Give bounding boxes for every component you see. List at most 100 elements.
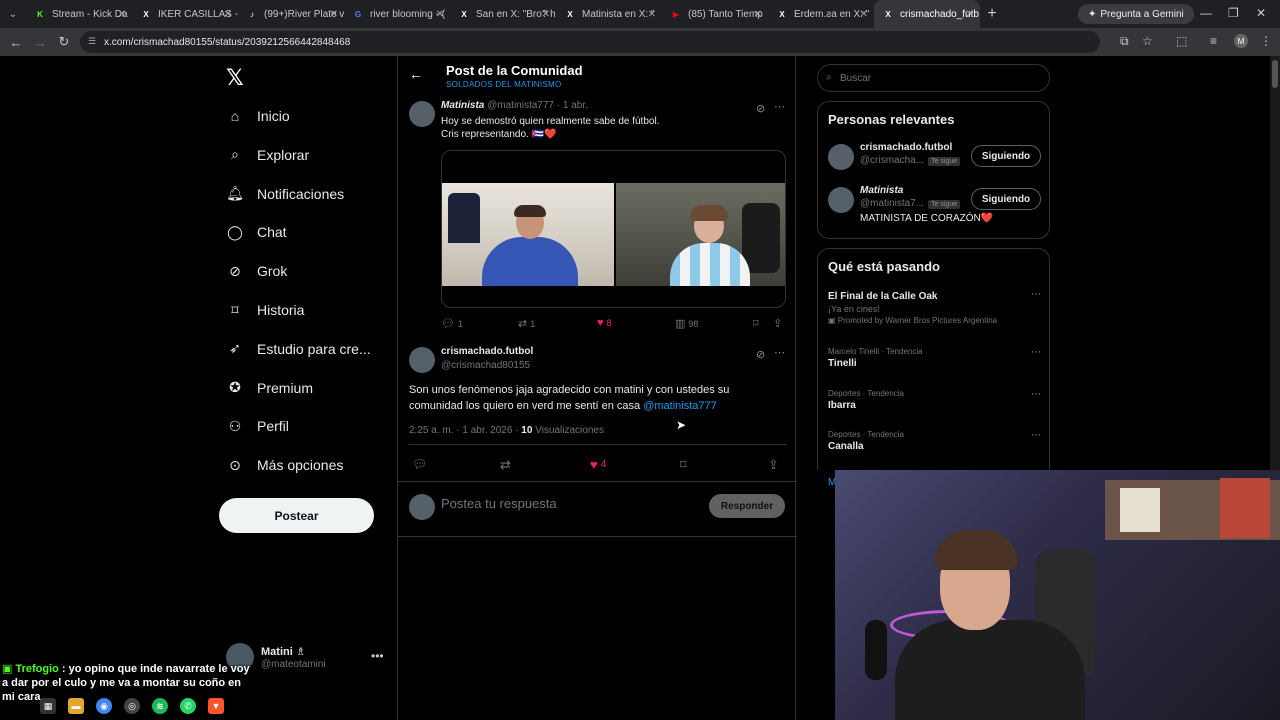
brave-icon[interactable]: ▼ — [208, 698, 224, 714]
trend-item[interactable]: El Final de la Calle Oak ¡Ya en cines! ▣ P… — [828, 289, 1041, 325]
browser-tab[interactable]: Xcrismachado_futb ✕ — [874, 0, 980, 28]
nav-item-inicio[interactable]: ⌂ Inicio — [226, 104, 290, 128]
gemini-button[interactable]: ✦ Pregunta a Gemini — [1078, 4, 1194, 24]
new-tab-button[interactable]: + — [980, 5, 1004, 23]
folder-icon[interactable]: ▬ — [68, 698, 84, 714]
restore-icon[interactable]: ❐ — [1228, 6, 1239, 20]
nav-item-historia[interactable]: ⌑ Historia — [226, 298, 304, 322]
community-link[interactable]: SOLDADOS DEL MATINISMO — [446, 80, 562, 89]
like-button[interactable]: ♥ 4 — [590, 457, 606, 472]
nav-item-explorar[interactable]: ⌕ Explorar — [226, 143, 309, 167]
person-name[interactable]: crismachado.futbol — [860, 142, 952, 153]
browser-menu-icon[interactable]: ⋮ — [1260, 34, 1272, 48]
reply-button[interactable]: 💬︎ — [412, 457, 427, 471]
mention-link[interactable]: @matinista777 — [643, 400, 717, 412]
views-button[interactable]: ▥ 98 — [675, 317, 698, 330]
following-button[interactable]: Siguiendo — [971, 145, 1041, 167]
nav-item-estudio-para-cre-[interactable]: ➶ Estudio para cre... — [226, 337, 371, 361]
close-tab-icon[interactable]: ✕ — [224, 9, 232, 20]
trend-item[interactable]: Marcelo Tinelli · Tendencia Tinelli ⋯ — [828, 347, 1041, 369]
grok-explain-icon[interactable]: ⊘ — [756, 102, 765, 115]
post-button[interactable]: Postear — [219, 498, 374, 533]
nav-item-perfil[interactable]: ⚇ Perfil — [226, 414, 289, 438]
reply-input[interactable]: Postea tu respuesta — [441, 496, 557, 511]
star-icon[interactable]: ☆ — [1142, 34, 1153, 48]
close-tab-icon[interactable]: ✕ — [330, 9, 338, 20]
browser-tab[interactable]: X Erdem.ƨa en X: " ✕ — [768, 0, 874, 28]
minimize-icon[interactable]: — — [1200, 6, 1212, 20]
browser-tab[interactable]: ♪ (99+)River Plate v ✕ — [238, 0, 344, 28]
task-view-icon[interactable]: ▦ — [40, 698, 56, 714]
tab-search-icon[interactable]: ⌄ — [0, 0, 26, 28]
close-tab-icon[interactable]: ✕ — [754, 9, 762, 20]
x-logo-icon[interactable]: 𝕏 — [226, 65, 244, 91]
obs-icon[interactable]: ◎ — [124, 698, 140, 714]
post1-handle[interactable]: @matinista777 — [487, 100, 554, 111]
like-button[interactable]: ♥ 8 — [597, 317, 612, 329]
post2-author[interactable]: crismachado.futbol — [441, 346, 533, 357]
more-icon[interactable]: ⋯ — [774, 346, 785, 359]
avatar[interactable] — [409, 347, 435, 373]
repost-button[interactable]: ⇄ — [500, 457, 511, 473]
more-icon[interactable]: ⋯ — [1031, 430, 1041, 441]
post2-handle[interactable]: @crismachad80155 — [441, 360, 530, 371]
relevant-person[interactable]: crismachado.futbol @crismacha... Te sigue S… — [828, 142, 1041, 182]
reload-icon[interactable]: ↻ — [52, 34, 76, 50]
back-arrow-icon[interactable]: ← — [409, 66, 423, 82]
post1-media[interactable] — [441, 150, 786, 308]
close-tab-icon[interactable]: ✕ — [542, 9, 550, 20]
close-tab-icon[interactable]: ✕ — [648, 9, 656, 20]
relevant-person[interactable]: Matinista @matinista7... Te sigue MATINISTA… — [828, 185, 1041, 225]
trend-item[interactable]: Deportes · Tendencia Ibarra ⋯ — [828, 389, 1041, 411]
reply-button[interactable]: 💬︎ 1 — [441, 317, 463, 330]
spotify-icon[interactable]: ≋ — [152, 698, 168, 714]
following-button[interactable]: Siguiendo — [971, 188, 1041, 210]
share-button[interactable]: ⇪ — [768, 457, 779, 473]
post1-author[interactable]: Matinista — [441, 100, 484, 111]
close-tab-icon[interactable]: ✕ — [436, 9, 444, 20]
browser-tab[interactable]: K Stream - Kick Da ✕ — [26, 0, 132, 28]
avatar[interactable] — [828, 187, 854, 213]
nav-item-grok[interactable]: ⊘ Grok — [226, 259, 287, 283]
bookmark-button[interactable]: ⌑ — [680, 457, 687, 473]
browser-tab[interactable]: X Matinista en X: " ✕ — [556, 0, 662, 28]
extensions-icon[interactable]: ⬚ — [1176, 34, 1187, 48]
site-info-icon[interactable]: ☰ — [88, 36, 96, 47]
whatsapp-icon[interactable]: ✆ — [180, 698, 196, 714]
close-tab-icon[interactable]: ✕ — [966, 9, 974, 20]
browser-tab[interactable]: X San en X: "Bro? h ✕ — [450, 0, 556, 28]
more-icon[interactable]: ⋯ — [1031, 347, 1041, 358]
scrollbar-thumb[interactable] — [1272, 60, 1278, 88]
search-input[interactable]: ⌕ Buscar — [817, 64, 1050, 92]
browser-tab[interactable]: Griver blooming - (✕ — [344, 0, 450, 28]
share-button[interactable]: ⇪ — [773, 317, 782, 330]
nav-item-notificaciones[interactable]: 🔔︎ Notificaciones — [226, 182, 344, 206]
nav-item-chat[interactable]: ◯ Chat — [226, 220, 286, 244]
browser-tab[interactable]: XIKER CASILLAS - E✕ — [132, 0, 238, 28]
close-tab-icon[interactable]: ✕ — [860, 9, 868, 20]
avatar[interactable] — [828, 144, 854, 170]
browser-tab[interactable]: ▶ (85) Tanto Tiemp ✕ — [662, 0, 768, 28]
install-icon[interactable]: ⧉ — [1120, 34, 1129, 49]
close-tab-icon[interactable]: ✕ — [118, 9, 126, 20]
back-icon[interactable]: ← — [4, 35, 28, 50]
media-icon[interactable]: ≡ — [1210, 34, 1217, 48]
repost-button[interactable]: ⇄ 1 — [518, 317, 535, 330]
nav-item-premium[interactable]: ✪ Premium — [226, 376, 313, 400]
profile-avatar[interactable]: M — [1234, 34, 1248, 48]
bookmark-button[interactable]: ⌑ — [753, 317, 759, 330]
avatar[interactable] — [409, 101, 435, 127]
reply-submit-button[interactable]: Responder — [709, 494, 785, 518]
trend-item[interactable]: Deportes · Tendencia Canalla ⋯ — [828, 430, 1041, 452]
more-icon[interactable]: ⋯ — [1031, 389, 1041, 400]
grok-explain-icon[interactable]: ⊘ — [756, 348, 765, 361]
more-icon[interactable]: ⋯ — [1031, 289, 1041, 300]
close-window-icon[interactable]: ✕ — [1256, 6, 1266, 20]
nav-item-más-opciones[interactable]: ⊙ Más opciones — [226, 453, 343, 477]
forward-icon[interactable]: → — [28, 35, 52, 50]
address-bar[interactable]: ☰ x.com/crismachad80155/status/203921256… — [80, 31, 1100, 53]
post1-time[interactable]: · 1 abr. — [557, 100, 588, 111]
more-icon[interactable]: ••• — [371, 649, 384, 663]
person-name[interactable]: Matinista — [860, 185, 903, 196]
chrome-icon[interactable]: ◉ — [96, 698, 112, 714]
